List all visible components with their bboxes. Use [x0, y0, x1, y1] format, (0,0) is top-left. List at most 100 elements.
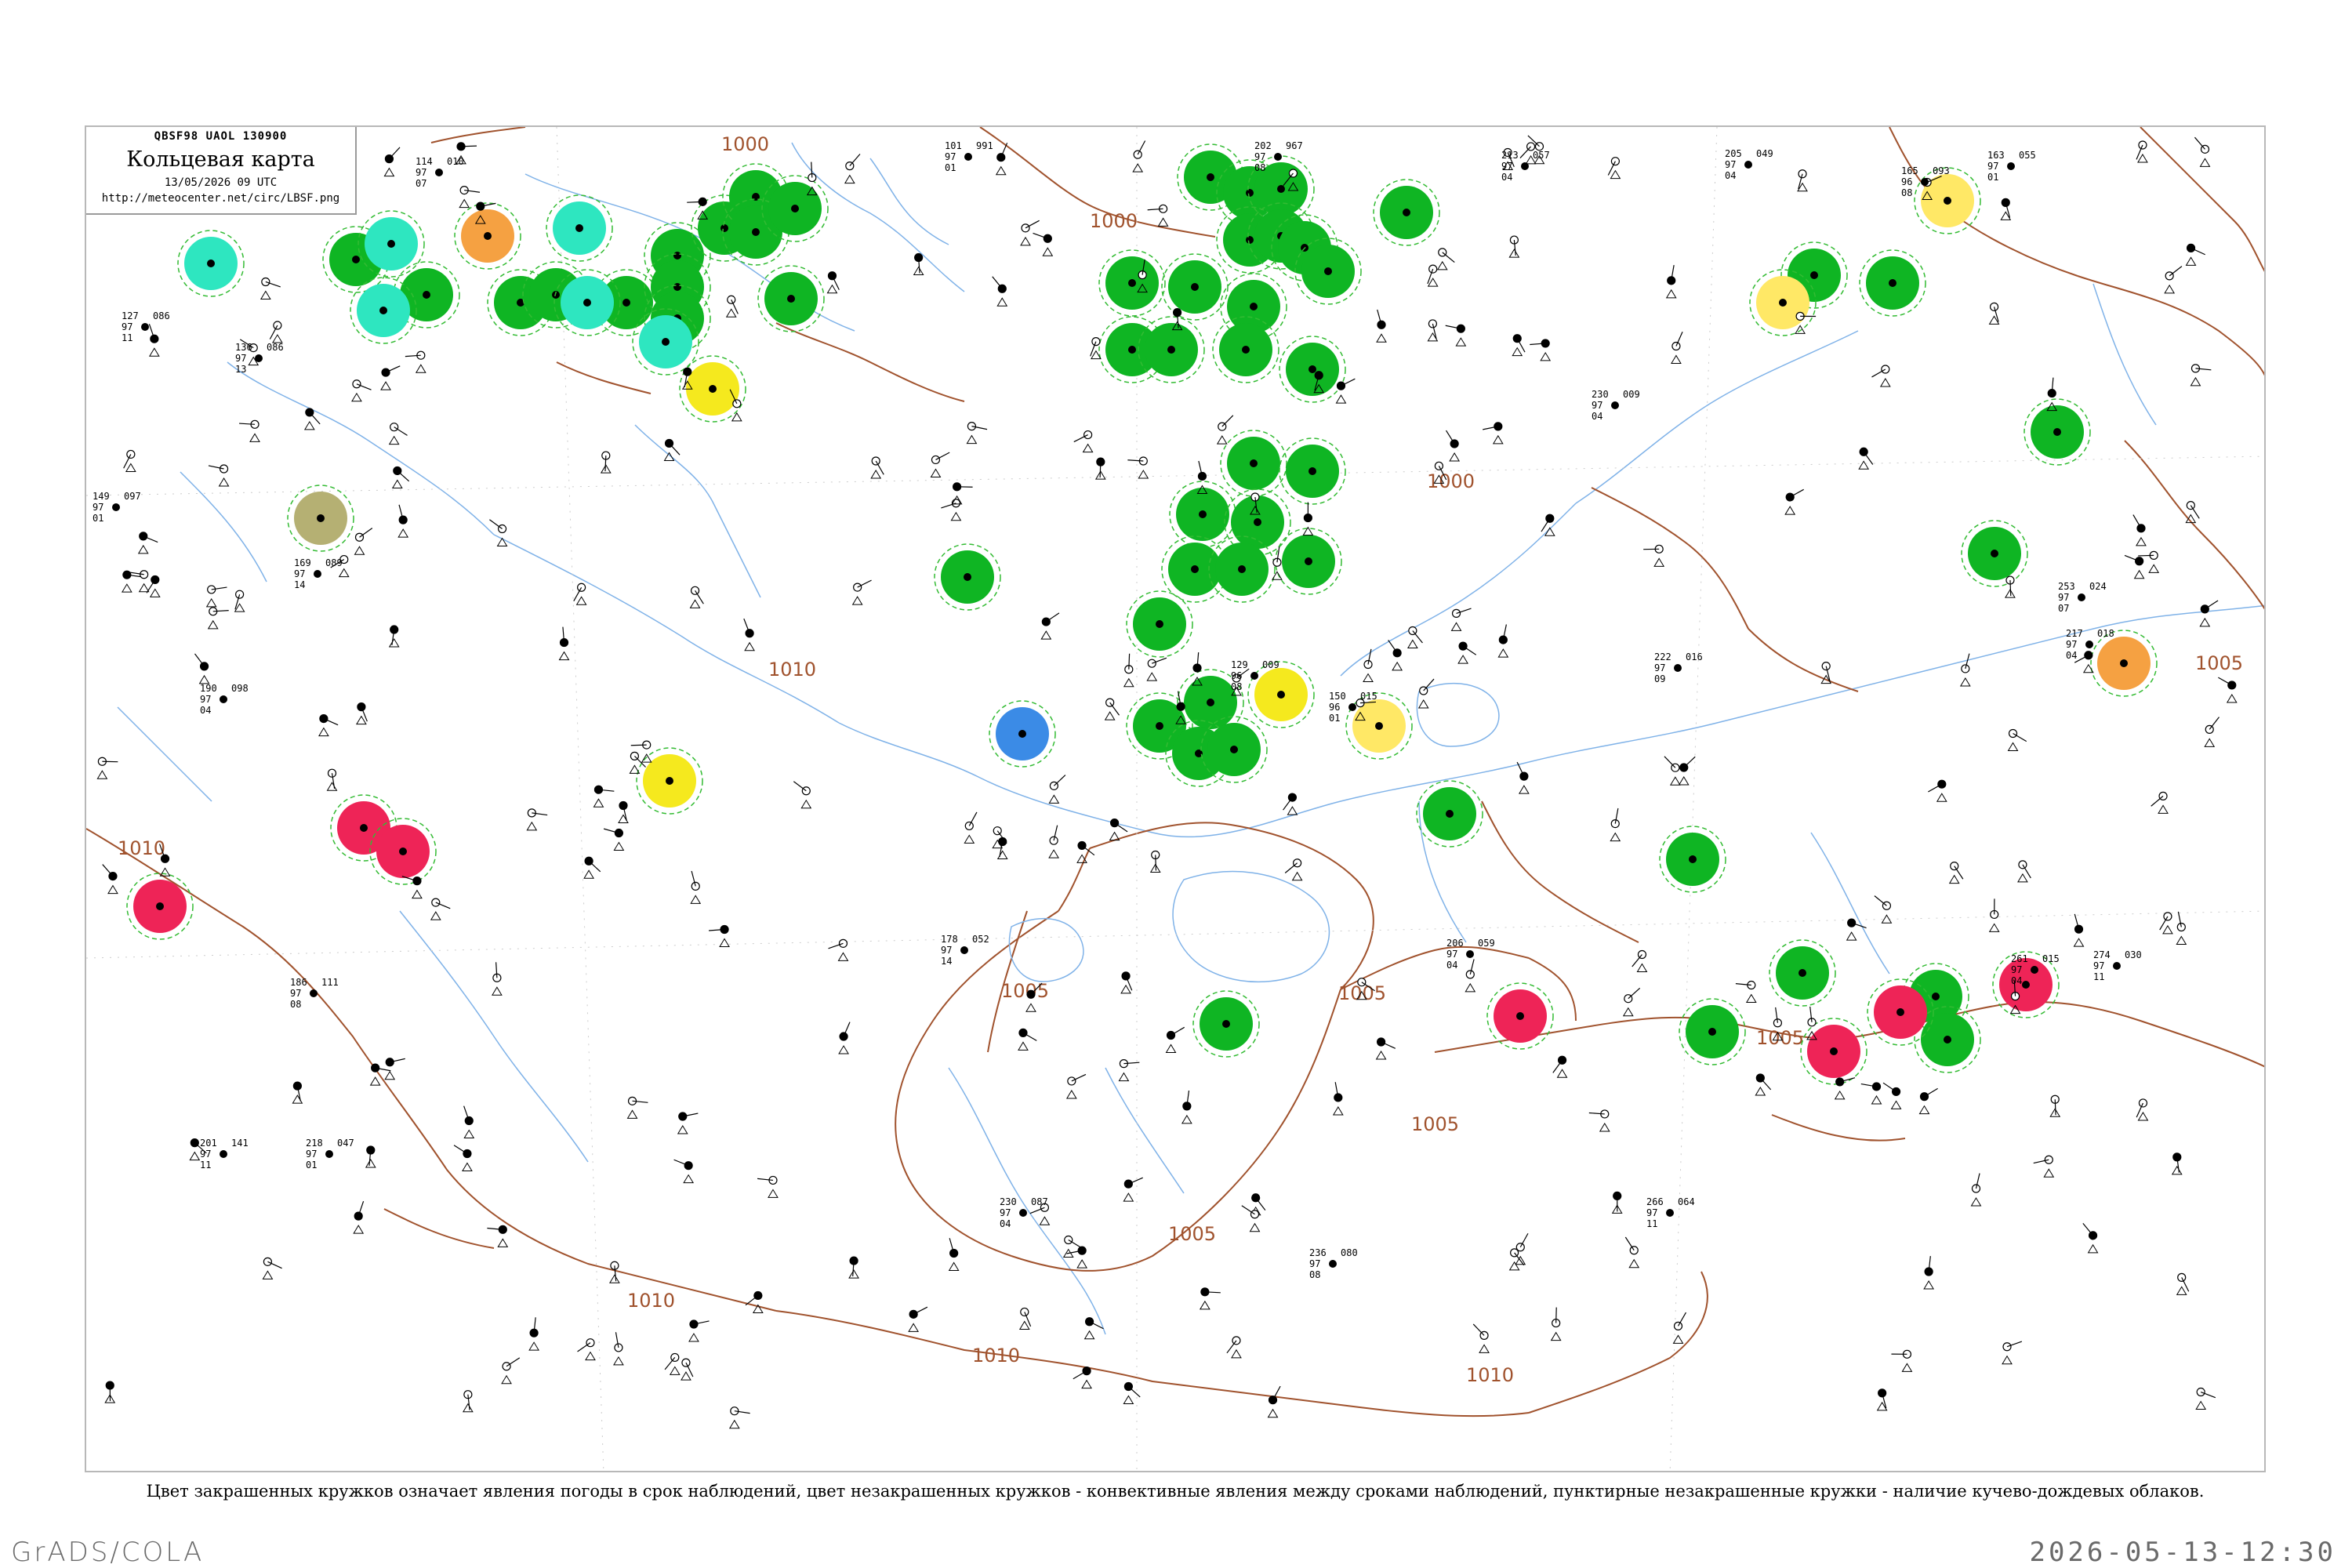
station-plot: [401, 876, 423, 899]
station-plot: [1123, 653, 1134, 688]
station-dew: 04: [2011, 975, 2022, 986]
weather-circle: [1961, 520, 2028, 587]
station-plot: [234, 590, 245, 612]
bulletin-code: QBSF98 UAOL 130900: [154, 130, 288, 143]
station-temp: 97: [2058, 592, 2069, 603]
station-marker: [787, 295, 795, 303]
station-plot: [453, 1145, 473, 1171]
station-tend: 111: [321, 977, 339, 988]
station-plot: [2204, 717, 2220, 747]
station-marker: [1199, 510, 1207, 518]
weather-circle: [1294, 238, 1362, 305]
station-dew: 01: [945, 162, 956, 173]
station-plot: [1515, 1232, 1529, 1265]
source-url[interactable]: http://meteocenter.net/circ/LBSF.png: [86, 192, 355, 205]
station-plot-sta-22: 222 016 9709: [1654, 652, 1703, 684]
station-tend: 052: [972, 934, 989, 945]
station-plot: [463, 1105, 475, 1139]
station-plot: [1062, 1235, 1083, 1258]
station-dew: 01: [93, 513, 103, 524]
station-tend: 086: [267, 342, 284, 353]
station-plot-sta-23: 178 052 9714: [941, 934, 989, 967]
isobar-label: 1005: [2195, 652, 2243, 674]
station-dew: 04: [1446, 960, 1457, 971]
station-pressure: 178: [941, 934, 958, 945]
station-pressure: 127: [122, 310, 139, 321]
station-marker: [2022, 981, 2030, 989]
weather-circle: [454, 202, 521, 270]
station-plot: [487, 1225, 509, 1247]
station-marker: [791, 205, 799, 212]
station-dew: 14: [294, 579, 305, 590]
station-dew: 04: [200, 705, 211, 716]
station-plot: [1284, 858, 1303, 881]
station-marker: [1277, 185, 1285, 193]
station-plot: [1610, 808, 1621, 842]
station-temp: 97: [200, 1149, 211, 1160]
isobar-label: 1005: [1411, 1113, 1459, 1135]
station-temp: 97: [290, 988, 301, 999]
station-pressure: 150: [1329, 691, 1346, 702]
station-plot: [870, 456, 884, 479]
station-plot: [1552, 1055, 1568, 1078]
station-marker: [220, 695, 227, 703]
weather-circle: [2090, 630, 2158, 697]
station-plot: [1928, 779, 1947, 802]
station-plot: [1302, 502, 1314, 536]
station-plot: [528, 1317, 539, 1351]
station-pressure: 205: [1725, 148, 1742, 159]
station-temp: 97: [1254, 151, 1265, 162]
station-temp: 97: [122, 321, 132, 332]
station-plot: [1858, 447, 1874, 470]
station-pressure: 253: [2058, 581, 2075, 592]
station-plot: [941, 499, 962, 521]
station-plot-sta-20: 230 009 9704: [1592, 389, 1640, 422]
station-pressure: 129: [1231, 659, 1248, 670]
isobar-label: 1005: [1756, 1027, 1804, 1049]
station-marker: [1250, 672, 1258, 680]
station-plot-sta-7: 127 086 9711: [122, 310, 170, 343]
station-plot: [964, 811, 978, 844]
station-dew: 01: [1987, 172, 1998, 183]
station-plot: [1149, 850, 1161, 873]
station-marker: [1246, 189, 1254, 197]
station-dew: 01: [1329, 713, 1340, 724]
station-marker: [673, 252, 681, 260]
weather-circle: [1275, 528, 1342, 595]
isobar-label: 1005: [1168, 1223, 1216, 1245]
weather-circle: [350, 277, 417, 344]
station-plot: [207, 607, 229, 630]
isobar-label: 1000: [1090, 210, 1138, 232]
station-marker: [1191, 283, 1199, 291]
station-plot: [793, 781, 812, 809]
station-marker: [1708, 1028, 1716, 1036]
station-plot: [1018, 1307, 1032, 1330]
station-marker: [1308, 467, 1316, 475]
station-tend: 141: [231, 1138, 249, 1149]
station-tend: 015: [2042, 953, 2060, 964]
weather-circle: [1247, 661, 1315, 728]
weather-circle: [1859, 249, 1926, 317]
station-plot: [104, 1381, 116, 1403]
station-temp: 97: [1654, 662, 1665, 673]
station-plot: [2164, 266, 2183, 294]
station-plot: [526, 808, 548, 831]
station-plot: [1048, 825, 1059, 858]
map-title: Кольцевая карта: [126, 147, 315, 172]
station-plot: [613, 1332, 624, 1366]
station-plot: [966, 422, 988, 445]
station-marker: [1744, 161, 1752, 169]
station-plot: [354, 528, 373, 555]
station-plot: [1665, 265, 1677, 299]
station-plot: [1923, 1256, 1935, 1290]
station-plot: [1643, 544, 1665, 567]
station-marker: [1156, 722, 1163, 730]
weather-circle: [1914, 167, 1981, 234]
station-plot: [1988, 898, 2000, 932]
isobar-label: 1010: [972, 1345, 1020, 1367]
station-marker: [1305, 557, 1312, 565]
weather-circle: [1192, 990, 1260, 1058]
station-marker: [1254, 518, 1261, 526]
weather-circle: [177, 230, 245, 297]
station-marker: [435, 169, 443, 176]
